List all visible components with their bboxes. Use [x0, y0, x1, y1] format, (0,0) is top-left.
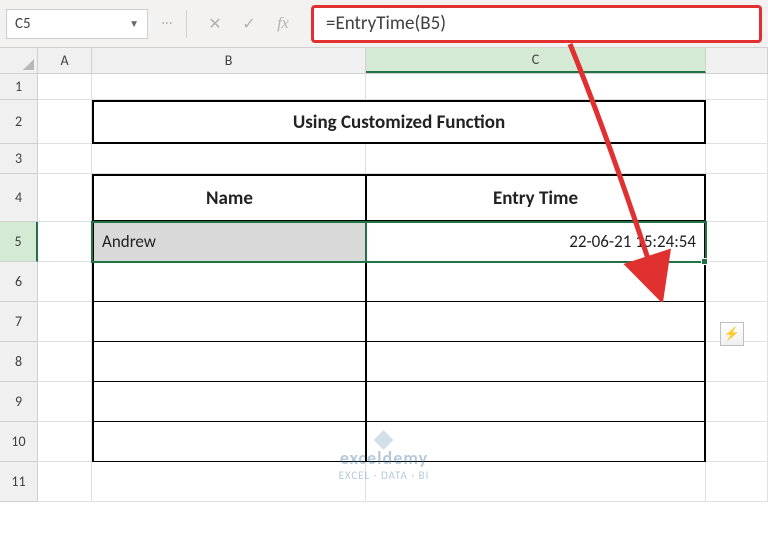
- cell-a2[interactable]: [38, 100, 92, 144]
- cell-c3[interactable]: [366, 144, 706, 174]
- cell-a5[interactable]: [38, 222, 92, 262]
- cell-a11[interactable]: [38, 462, 92, 502]
- formula-bar-section: C5 ▼ ⋮ ✕ ✓ fx =EntryTime(B5): [0, 0, 768, 48]
- formula-input[interactable]: =EntryTime(B5): [311, 5, 762, 43]
- cell-b11[interactable]: [92, 462, 366, 502]
- cell-b1[interactable]: [92, 74, 366, 100]
- cell-a6[interactable]: [38, 262, 92, 302]
- column-header-a[interactable]: A: [38, 48, 92, 73]
- watermark-logo-icon: [339, 433, 430, 447]
- cell-c7[interactable]: [366, 302, 706, 342]
- dots-icon: ⋮: [161, 18, 174, 30]
- grid-row: 1: [0, 74, 768, 100]
- column-header-d[interactable]: [706, 48, 768, 73]
- expand-name-box-button[interactable]: ⋮: [156, 13, 178, 35]
- cell-d5[interactable]: [706, 222, 768, 262]
- cell-b7[interactable]: [92, 302, 366, 342]
- cell-d9[interactable]: [706, 382, 768, 422]
- cell-d4[interactable]: [706, 174, 768, 222]
- row-header-5[interactable]: 5: [0, 222, 38, 262]
- row-header-2[interactable]: 2: [0, 100, 38, 144]
- watermark: exceldemy EXCEL · DATA · BI: [339, 433, 430, 482]
- cell-d6[interactable]: [706, 262, 768, 302]
- name-box[interactable]: C5 ▼: [6, 9, 148, 39]
- smart-tag-label: ⚡: [724, 327, 740, 342]
- cell-a7[interactable]: [38, 302, 92, 342]
- row-header-11[interactable]: 11: [0, 462, 38, 502]
- cell-d10[interactable]: [706, 422, 768, 462]
- cell-c9[interactable]: [366, 382, 706, 422]
- cell-b3[interactable]: [92, 144, 366, 174]
- cell-a4[interactable]: [38, 174, 92, 222]
- cell-a9[interactable]: [38, 382, 92, 422]
- cell-d2[interactable]: [706, 100, 768, 144]
- chevron-down-icon[interactable]: ▼: [129, 17, 139, 30]
- cell-a8[interactable]: [38, 342, 92, 382]
- row-header-1[interactable]: 1: [0, 74, 38, 100]
- grid-row: 7: [0, 302, 768, 342]
- cancel-button[interactable]: ✕: [203, 12, 227, 36]
- select-all-button[interactable]: [0, 48, 38, 73]
- cell-b10[interactable]: [92, 422, 366, 462]
- row-header-3[interactable]: 3: [0, 144, 38, 174]
- cell-b8[interactable]: [92, 342, 366, 382]
- cell-c5-value: 22-06-21 15:24:54: [569, 231, 696, 252]
- fill-handle[interactable]: [701, 258, 708, 265]
- row-header-8[interactable]: 8: [0, 342, 38, 382]
- row-header-4[interactable]: 4: [0, 174, 38, 222]
- cell-d11[interactable]: [706, 462, 768, 502]
- cell-b5[interactable]: Andrew: [92, 222, 366, 262]
- row-header-7[interactable]: 7: [0, 302, 38, 342]
- grid-row: 9: [0, 382, 768, 422]
- cell-a10[interactable]: [38, 422, 92, 462]
- column-header-b[interactable]: B: [92, 48, 366, 73]
- watermark-main: exceldemy: [339, 447, 430, 469]
- grid-row: 2 Using Customized Function: [0, 100, 768, 144]
- cell-d1[interactable]: [706, 74, 768, 100]
- cell-c6[interactable]: [366, 262, 706, 302]
- row-header-6[interactable]: 6: [0, 262, 38, 302]
- row-header-10[interactable]: 10: [0, 422, 38, 462]
- cell-c8[interactable]: [366, 342, 706, 382]
- grid-row: 5 Andrew 22-06-21 15:24:54: [0, 222, 768, 262]
- smart-tag-icon[interactable]: ⚡: [720, 322, 744, 346]
- row-header-9[interactable]: 9: [0, 382, 38, 422]
- insert-function-button[interactable]: fx: [271, 12, 295, 36]
- formula-text: =EntryTime(B5): [326, 12, 446, 35]
- enter-button[interactable]: ✓: [237, 12, 261, 36]
- column-headers: A B C: [0, 48, 768, 74]
- cell-b9[interactable]: [92, 382, 366, 422]
- watermark-sub: EXCEL · DATA · BI: [339, 469, 430, 482]
- cell-a1[interactable]: [38, 74, 92, 100]
- header-entry-time[interactable]: Entry Time: [366, 174, 706, 222]
- cell-c5[interactable]: 22-06-21 15:24:54: [366, 222, 706, 262]
- cell-d8[interactable]: [706, 342, 768, 382]
- column-header-c[interactable]: C: [366, 48, 706, 73]
- divider: [186, 10, 187, 38]
- cell-c1[interactable]: [366, 74, 706, 100]
- grid-row: 6: [0, 262, 768, 302]
- cell-d3[interactable]: [706, 144, 768, 174]
- grid-row: 4 Name Entry Time: [0, 174, 768, 222]
- title-cell[interactable]: Using Customized Function: [92, 100, 706, 144]
- cell-a3[interactable]: [38, 144, 92, 174]
- cell-b6[interactable]: [92, 262, 366, 302]
- grid-row: 8: [0, 342, 768, 382]
- grid-row: 3: [0, 144, 768, 174]
- header-name[interactable]: Name: [92, 174, 366, 222]
- name-box-value: C5: [15, 15, 31, 33]
- formula-controls: ✕ ✓ fx: [195, 12, 303, 36]
